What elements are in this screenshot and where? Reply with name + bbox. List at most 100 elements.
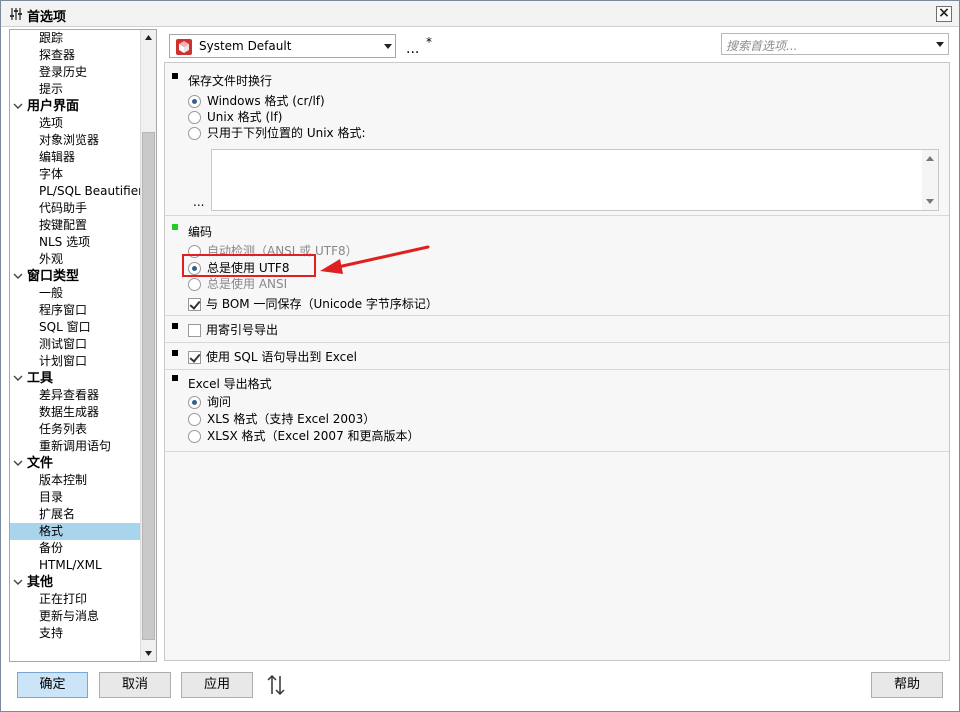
checkbox[interactable] [188,298,201,311]
tree-item[interactable]: 外观 [10,251,141,268]
tree-item[interactable]: 一般 [10,285,141,302]
scroll-up-button[interactable] [141,30,156,46]
radio-button[interactable] [188,413,201,426]
tree-item[interactable]: 扩展名 [10,506,141,523]
tree-item[interactable]: 差异查看器 [10,387,141,404]
radio-always-ansi[interactable]: 总是使用 ANSI [188,276,287,293]
tree-item[interactable]: PL/SQL Beautifier [10,183,144,200]
tree-item[interactable]: 正在打印 [10,591,141,608]
checkbox[interactable] [188,324,201,337]
sql-export-checkbox[interactable]: 使用 SQL 语句导出到 Excel [188,349,357,366]
radio-button[interactable] [188,430,201,443]
tree-item[interactable]: 数据生成器 [10,404,141,421]
tree-item-label: 备份 [39,541,64,555]
arrow-down-icon[interactable] [922,194,938,208]
tree-item-label: 提示 [39,82,64,96]
highlight-box [182,254,316,277]
tree-category[interactable]: 工具 [10,370,141,387]
close-button[interactable]: × [936,6,952,22]
radio-windows[interactable]: Windows 格式 (cr/lf) [188,93,325,110]
tree-item[interactable]: 选项 [10,115,141,132]
tree-item[interactable]: 更新与消息 [10,608,141,625]
tree-item[interactable]: 提示 [10,81,141,98]
tree-item-label: 目录 [39,490,64,504]
cancel-button[interactable]: 取消 [99,672,171,698]
tree-item[interactable]: 字体 [10,166,141,183]
tree-item[interactable]: 计划窗口 [10,353,141,370]
tree-item[interactable]: 探查器 [10,47,141,64]
sort-icon[interactable] [266,673,286,697]
radio-button[interactable] [188,111,201,124]
radio-button[interactable] [188,396,201,409]
scheme-dropdown[interactable]: System Default [169,34,396,58]
tree-item-label: 选项 [39,116,64,130]
tree-item[interactable]: 代码助手 [10,200,141,217]
tree-category[interactable]: 用户界面 [10,98,141,115]
tree-item-label: 工具 [27,371,54,386]
scroll-thumb[interactable] [142,132,155,640]
unix-locations-textarea[interactable] [211,149,939,211]
scroll-down-button[interactable] [141,645,156,661]
tree-item[interactable]: 支持 [10,625,141,642]
tree-item[interactable]: 按键配置 [10,217,141,234]
tree-item[interactable]: 测试窗口 [10,336,141,353]
tree-item[interactable]: 版本控制 [10,472,141,489]
radio-xls[interactable]: XLS 格式（支持 Excel 2003） [188,411,375,428]
textarea-scrollbar[interactable] [922,150,938,210]
tree-item[interactable]: 对象浏览器 [10,132,141,149]
quote-export-checkbox[interactable]: 用寄引号导出 [188,322,278,339]
search-input[interactable]: 搜索首选项... [721,33,949,55]
tree-item[interactable]: 跟踪 [10,30,141,47]
tree-item[interactable]: NLS 选项 [10,234,141,251]
tree-item[interactable]: 任务列表 [10,421,141,438]
radio-button[interactable] [188,278,201,291]
tree-item[interactable]: 目录 [10,489,141,506]
arrow-up-icon[interactable] [922,152,938,166]
tree-item[interactable]: 重新调用语句 [10,438,141,455]
help-button[interactable]: 帮助 [871,672,943,698]
bom-checkbox[interactable]: 与 BOM 一同保存（Unicode 字节序标记） [188,296,438,313]
tree-category[interactable]: 文件 [10,455,141,472]
modified-indicator: * [426,35,432,49]
tree-category[interactable]: 窗口类型 [10,268,141,285]
tree-item-label: PL/SQL Beautifier [39,184,144,198]
chevron-down-icon[interactable] [12,456,24,470]
tree-category[interactable]: 其他 [10,574,141,591]
chevron-down-icon[interactable] [12,371,24,385]
more-button[interactable]: ... [406,41,419,57]
tree-scrollbar[interactable] [140,30,156,661]
sliders-icon [10,8,22,20]
radio-label: Windows 格式 (cr/lf) [207,94,325,108]
tree-item-label: 外观 [39,252,64,266]
tree-item-label: 更新与消息 [39,609,100,623]
tree-item-label: 重新调用语句 [39,439,112,453]
annotation-arrow-icon [320,245,430,274]
radio-unix[interactable]: Unix 格式 (lf) [188,109,282,126]
radio-unix-locations[interactable]: 只用于下列位置的 Unix 格式: [188,125,366,142]
chevron-down-icon[interactable] [12,269,24,283]
tree-item-label: 按键配置 [39,218,88,232]
radio-button[interactable] [188,95,201,108]
textarea-more-button[interactable]: ... [193,195,204,209]
radio-ask[interactable]: 询问 [188,394,231,411]
checkbox[interactable] [188,351,201,364]
ok-button[interactable]: 确定 [17,672,88,698]
chevron-down-icon[interactable] [936,42,944,47]
radio-button[interactable] [188,127,201,140]
section-title: Excel 导出格式 [188,377,272,391]
chevron-down-icon[interactable] [12,575,24,589]
tree-item[interactable]: SQL 窗口 [10,319,141,336]
radio-xlsx[interactable]: XLSX 格式（Excel 2007 和更高版本） [188,428,420,445]
tree-item-label: 扩展名 [39,507,76,521]
tree-item[interactable]: 格式 [10,523,141,540]
scheme-value: System Default [199,39,292,53]
apply-button[interactable]: 应用 [181,672,253,698]
section-marker [172,375,178,381]
tree-item[interactable]: HTML/XML [10,557,141,574]
chevron-down-icon[interactable] [12,99,24,113]
tree-item[interactable]: 编辑器 [10,149,141,166]
tree-item[interactable]: 程序窗口 [10,302,141,319]
line-ending-section: 保存文件时换行 Windows 格式 (cr/lf) Unix 格式 (lf) … [165,63,949,216]
tree-item[interactable]: 备份 [10,540,141,557]
tree-item[interactable]: 登录历史 [10,64,141,81]
